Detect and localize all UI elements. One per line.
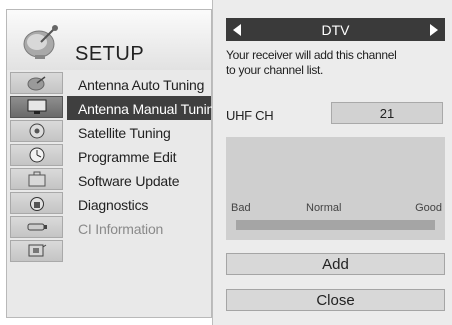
- add-button[interactable]: Add: [226, 253, 445, 275]
- setup-menu-list: Antenna Auto Tuning Antenna Manual Tunin…: [67, 72, 222, 240]
- media-setup-icon[interactable]: [10, 240, 63, 262]
- disc-icon[interactable]: [10, 120, 63, 142]
- lock-icon[interactable]: [10, 192, 63, 214]
- channel-input[interactable]: 21: [331, 102, 443, 124]
- close-button[interactable]: Close: [226, 289, 445, 311]
- mode-label: DTV: [321, 22, 350, 38]
- setup-header: SETUP: [7, 10, 211, 70]
- tv-monitor-icon[interactable]: [10, 96, 63, 118]
- menu-item-antenna-manual-tuning[interactable]: Antenna Manual Tuning: [67, 96, 222, 120]
- satellite-dish-icon: [23, 25, 58, 59]
- manual-tuning-dialog: DTV Your receiver will add this channel …: [212, 0, 452, 325]
- clock-icon[interactable]: [10, 144, 63, 166]
- antenna-dish-icon[interactable]: [10, 72, 63, 94]
- signal-normal-label: Normal: [306, 202, 342, 214]
- signal-strength-bar: [236, 220, 435, 230]
- menu-item-diagnostics[interactable]: Diagnostics: [67, 192, 211, 216]
- menu-item-antenna-auto-tuning[interactable]: Antenna Auto Tuning: [67, 72, 211, 96]
- menu-item-programme-edit[interactable]: Programme Edit: [67, 144, 211, 168]
- mode-selector[interactable]: DTV: [226, 18, 445, 41]
- signal-bad-label: Bad: [231, 202, 251, 214]
- signal-good-label: Good: [415, 202, 442, 214]
- menu-item-software-update[interactable]: Software Update: [67, 168, 211, 192]
- info-line-1: Your receiver will add this channel: [226, 48, 397, 62]
- signal-panel: Bad Normal Good: [226, 137, 445, 240]
- menu-item-satellite-tuning[interactable]: Satellite Tuning: [67, 120, 211, 144]
- briefcase-icon[interactable]: [10, 168, 63, 190]
- page-title: SETUP: [75, 43, 145, 65]
- info-line-2: to your channel list.: [226, 63, 324, 77]
- menu-icon-column: [10, 72, 63, 264]
- setup-menu-panel: SETUP Antenna Auto Tuning Antenna Manual…: [6, 9, 222, 318]
- ci-card-icon[interactable]: [10, 216, 63, 238]
- channel-label: UHF CH: [226, 108, 274, 123]
- arrow-right-icon[interactable]: [430, 24, 438, 36]
- info-text: Your receiver will add this channel to y…: [226, 48, 446, 78]
- menu-item-ci-information: CI Information: [78, 221, 164, 237]
